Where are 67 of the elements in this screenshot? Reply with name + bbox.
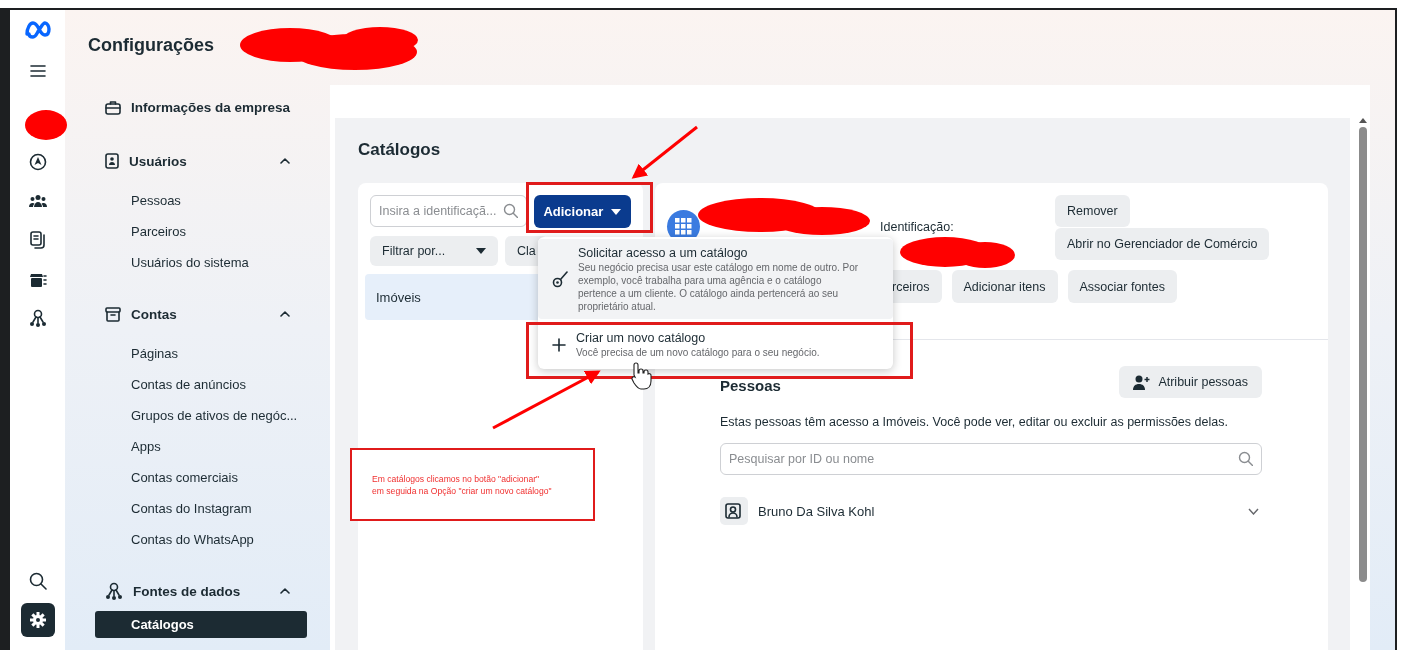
nav-item[interactable]: Páginas [95,338,307,369]
nav-item[interactable]: Contas do WhatsApp [95,524,307,555]
description-text: Estas pessoas têm acesso a Imóveis. Você pode ver, editar ou excluir as permissões delas. [720,415,1229,429]
nav-item[interactable]: Catálogos [95,611,307,638]
scroll-up-icon [1358,118,1367,123]
nav-item[interactable]: Grupos de ativos de negóc... [95,400,307,431]
action-button[interactable]: Abrir no Gerenciador de Comércio [1055,228,1270,260]
id-label: Identificação: [880,219,954,234]
nav-item[interactable]: Contas comerciais [95,462,307,493]
pages-icon [29,231,46,249]
search-icon [502,203,518,218]
action-button[interactable]: Associar fontes [1067,270,1177,303]
menu-item[interactable] [538,239,893,319]
nav-section[interactable]: Contas [65,296,330,332]
nodes-icon [105,582,123,600]
nav-section[interactable]: Usuários [65,143,330,179]
person-add-icon [1133,374,1151,390]
caret-icon [476,248,486,254]
menu-item-title: Solicitar acesso a um catálogo [578,245,749,261]
nav-item[interactable]: Pessoas [95,185,307,216]
redaction-mark [25,110,67,140]
nav-item[interactable]: Apps [95,431,307,462]
chevron-up-icon [280,158,290,164]
chevron-down-icon[interactable] [1248,507,1259,515]
meta-logo [22,20,53,40]
chevron-up-icon [280,311,290,317]
menu-item[interactable]: Criar um novo catálogo Você precisa de um novo catálogo para o seu negócio. [538,324,893,365]
person-name: Bruno Da Silva Kohl [758,503,876,519]
nav-item[interactable]: Contas de anúncios [95,369,307,400]
pointer-arrow [631,125,698,179]
settings-icon [29,612,46,628]
person-icon [725,502,743,520]
filter-dropdown[interactable]: Filtrar por... [370,236,498,266]
search-field[interactable]: Insira a identificaçã... [370,195,527,227]
caret-icon [611,208,622,215]
assign-people-button[interactable]: Atribuir pessoas [1119,366,1262,398]
chevron-up-icon [280,588,290,594]
archive-icon [105,306,121,322]
menu-item-title: Criar um novo catálogo [576,330,707,346]
annotation-text: em seguida na Opção "criar um novo catálogo" [372,484,553,497]
menu-item-description: Você precisa de um novo catálogo para o seu negócio. [576,346,820,359]
compass-icon [28,153,47,171]
scrollbar-thumb[interactable] [1358,127,1367,582]
nodes-icon [28,309,47,327]
add-button[interactable]: Adicionar [533,195,631,228]
settings-button[interactable] [20,603,55,637]
key-icon [552,270,568,288]
action-button[interactable]: Adicionar itens [951,270,1058,303]
search-field[interactable]: Pesquisar por ID ou nome [720,443,1262,475]
plus-icon [552,337,566,352]
page-title: Configurações [88,35,215,57]
nav-item[interactable]: Parceiros [95,216,307,247]
search-icon [28,572,47,590]
nav-item[interactable]: Contas do Instagram [95,493,307,524]
section-title: Pessoas [720,376,781,394]
nav-item[interactable]: Usuários do sistema [95,247,307,278]
annotation-text: Em catálogos clicamos no botão "adicionar" [372,472,541,485]
people-icon [28,194,47,208]
nav-section[interactable]: Informações da empresa [65,89,330,125]
search-icon [1238,451,1253,466]
briefcase-icon [105,99,121,115]
nav-section[interactable]: Fontes de dados [65,573,330,609]
menu-icon [29,65,46,77]
badge-icon [105,153,119,169]
action-button[interactable]: Remover [1055,195,1130,227]
grid-icon [675,218,692,235]
section-title: Catálogos [358,140,442,160]
